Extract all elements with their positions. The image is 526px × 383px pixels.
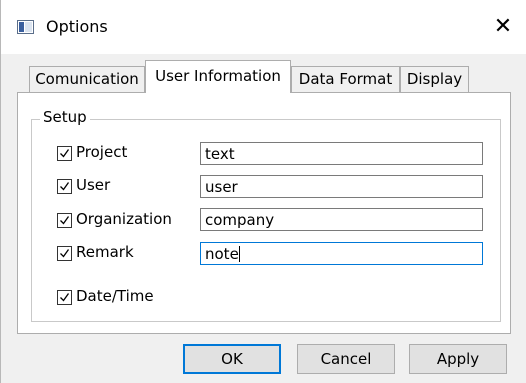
ok-button[interactable]: OK	[183, 344, 281, 374]
setup-group-label: Setup	[40, 108, 90, 126]
tab-display[interactable]: Display	[400, 66, 469, 92]
organization-input[interactable]: company	[200, 208, 483, 231]
user-input[interactable]: user	[200, 175, 483, 198]
cancel-button[interactable]: Cancel	[297, 344, 395, 374]
user-label: User	[76, 176, 111, 194]
datetime-label: Date/Time	[76, 287, 154, 305]
tab-comunication[interactable]: Comunication	[29, 66, 145, 92]
remark-input-value: note	[205, 245, 239, 263]
text-caret	[238, 246, 240, 262]
tab-user-information[interactable]: User Information	[145, 60, 291, 93]
checkmark-icon	[60, 182, 70, 191]
checkmark-icon	[60, 293, 70, 302]
organization-label: Organization	[76, 210, 172, 228]
checkmark-icon	[60, 149, 70, 158]
checkmark-icon	[60, 249, 70, 258]
window-title: Options	[46, 17, 108, 36]
remark-checkbox[interactable]	[57, 246, 72, 261]
project-input[interactable]: text	[200, 142, 483, 165]
remark-input[interactable]: note	[200, 242, 483, 265]
checkmark-icon	[60, 216, 70, 225]
options-dialog: Options ✕ Comunication User Information …	[0, 0, 526, 383]
apply-button[interactable]: Apply	[409, 344, 507, 374]
close-icon: ✕	[493, 14, 513, 39]
tab-data-format[interactable]: Data Format	[291, 66, 400, 92]
datetime-checkbox[interactable]	[57, 290, 72, 305]
remark-label: Remark	[76, 243, 134, 261]
organization-checkbox[interactable]	[57, 213, 72, 228]
project-label: Project	[76, 143, 128, 161]
window-app-icon	[17, 20, 34, 34]
close-button[interactable]: ✕	[483, 10, 523, 44]
project-checkbox[interactable]	[57, 146, 72, 161]
title-bar: Options ✕	[1, 0, 526, 54]
user-checkbox[interactable]	[57, 179, 72, 194]
